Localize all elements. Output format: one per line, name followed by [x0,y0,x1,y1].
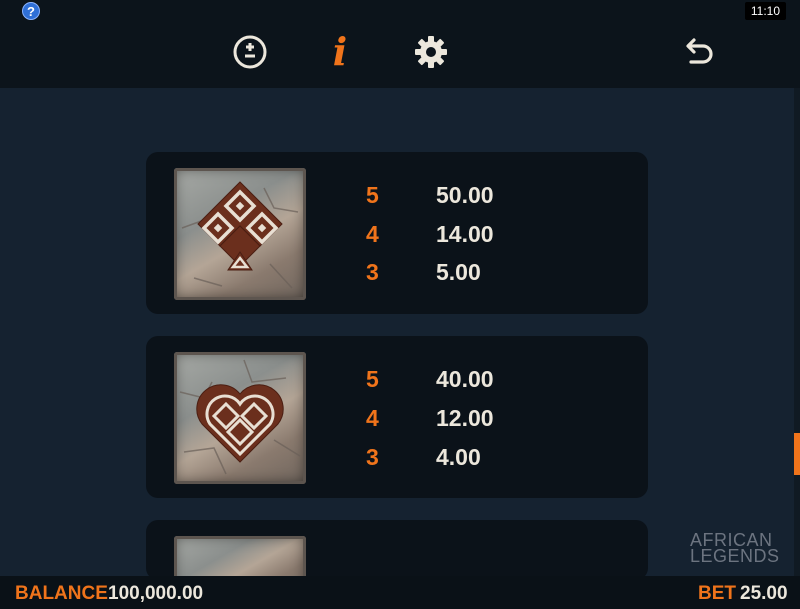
bottom-bar: BALANCE 100,000.00 BET 25.00 [0,576,800,609]
payout-row: 4 14.00 [366,219,494,249]
payout-row: 3 4.00 [366,442,481,472]
payout-value: 5.00 [436,258,481,285]
payout-value: 50.00 [436,181,494,208]
payout-value: 40.00 [436,365,494,392]
payout-count: 5 [366,365,379,392]
payout-row: 4 12.00 [366,403,494,433]
logo-line-2: LEGENDS [690,546,780,566]
help-badge-icon[interactable]: ? [22,2,40,20]
payout-row: 5 40.00 [366,364,494,394]
payout-count: 3 [366,443,379,470]
game-logo: AFRICAN LEGENDS [690,531,780,566]
scrollbar-thumb[interactable] [794,433,800,475]
back-arrow-icon[interactable] [681,34,717,70]
payout-row: 3 5.00 [366,257,481,287]
payout-count: 5 [366,181,379,208]
balance-value: 100,000.00 [108,583,204,604]
clock: 11:10 [744,2,786,20]
payout-count: 4 [366,220,379,247]
payout-value: 4.00 [436,443,481,470]
bet-label: BET [698,583,736,604]
payout-count: 4 [366,404,379,431]
payout-row: 5 50.00 [366,180,494,210]
diamond-symbol-icon [174,168,306,300]
paytable-card [146,520,648,576]
bet-adjust-icon[interactable] [232,34,268,70]
heart-symbol-icon [174,352,306,484]
scrollbar-track[interactable] [794,88,800,576]
balance-label: BALANCE [15,583,108,604]
info-glyph: i [332,29,348,74]
gear-icon[interactable] [413,34,449,70]
bet-value: 25.00 [740,583,788,604]
info-icon[interactable]: i [322,29,358,74]
payout-value: 12.00 [436,404,494,431]
paytable-panel[interactable]: AFRICAN LEGENDS [0,88,800,576]
top-bar: ? 11:10 i [0,0,800,88]
payout-value: 14.00 [436,220,494,247]
symbol-tile-partial [174,536,306,576]
payout-count: 3 [366,258,379,285]
